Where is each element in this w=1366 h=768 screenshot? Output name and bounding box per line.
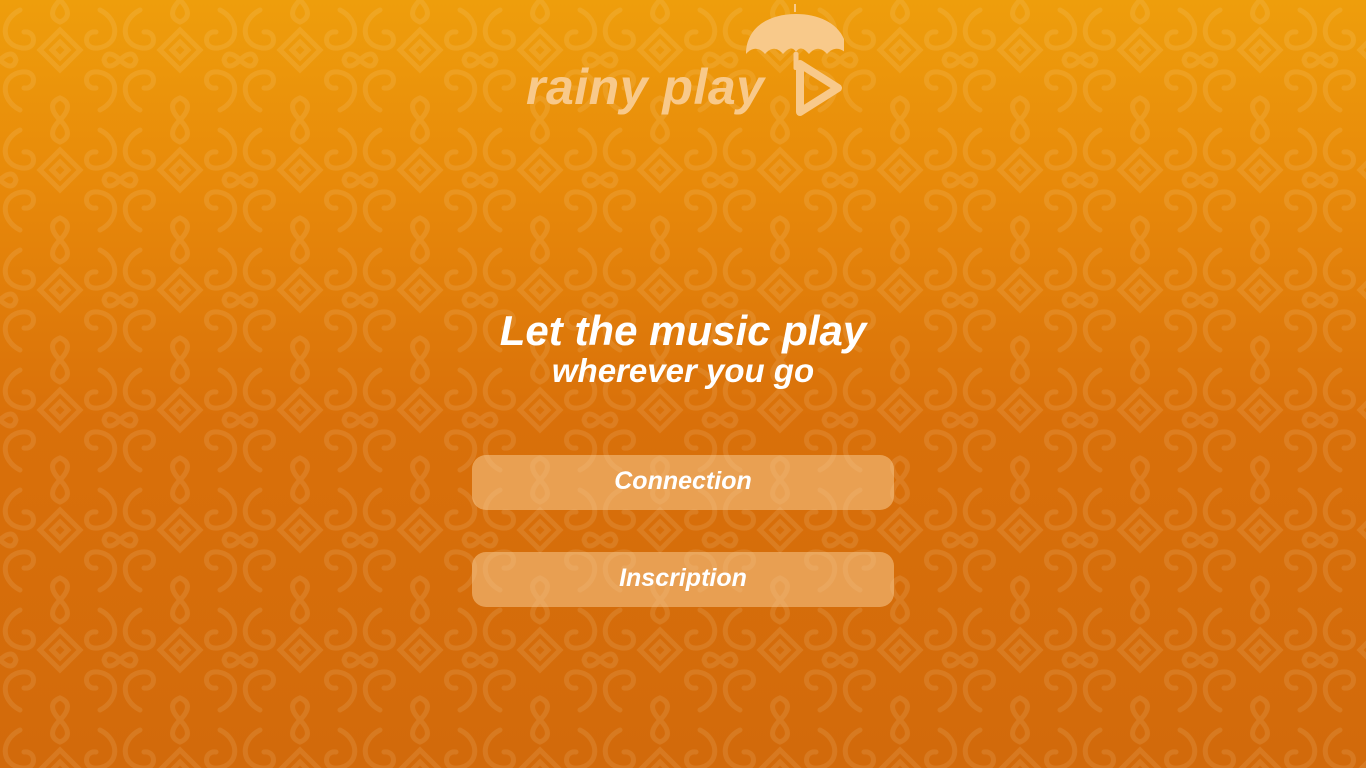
brand-logo: rainy play [524,2,844,126]
hero-title: Let the music play [499,307,867,354]
brand-name: rainy play [526,59,765,115]
umbrella-play-icon [746,4,844,116]
hero-subtitle: wherever you go [551,352,815,389]
hero-tagline: Let the music play wherever you go [383,306,983,389]
connection-button[interactable]: Connection [472,455,894,510]
inscription-button[interactable]: Inscription [472,552,894,607]
